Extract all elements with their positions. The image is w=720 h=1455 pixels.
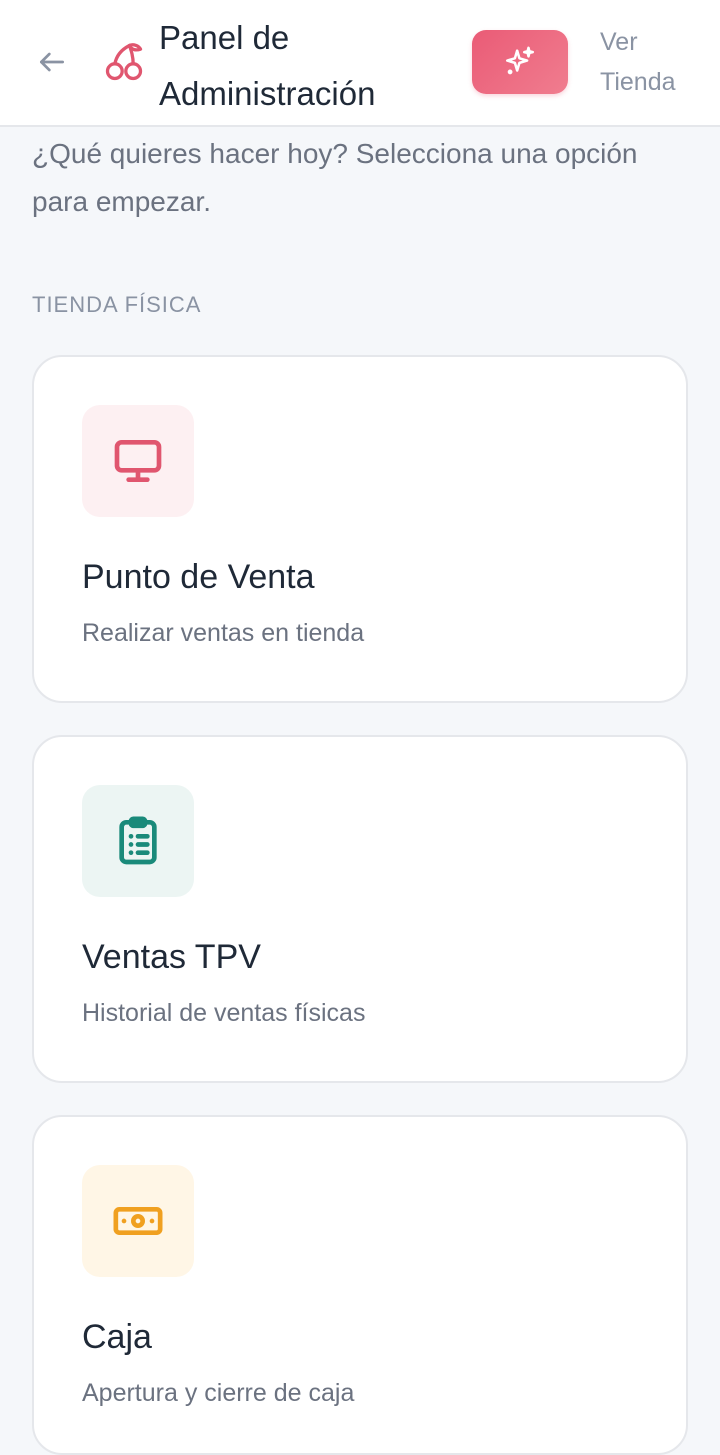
card-subtitle: Historial de ventas físicas [82,999,366,1027]
page-title: Panel de Administración [159,19,376,112]
sparkles-icon [505,46,535,75]
card-title: Ventas TPV [82,938,261,976]
card-icon-container [82,1165,194,1277]
card-icon-container [82,785,194,897]
intro-text: ¿Qué quieres hacer hoy? Selecciona una o… [32,138,638,217]
card-subtitle: Apertura y cierre de caja [82,1379,355,1407]
card-title: Caja [82,1318,152,1356]
top-bar: Panel de Administración Ver Tienda [0,0,720,127]
card-punto-de-venta[interactable]: Punto de Venta Realizar ventas en tienda [32,355,688,703]
clipboard-list-icon [119,816,157,865]
card-icon-container [82,405,194,517]
arrow-left-icon [40,52,64,72]
cherry-icon [105,43,143,81]
section-label: TIENDA FÍSICA [32,292,202,317]
back-button[interactable] [30,40,74,84]
cash-icon [113,1207,163,1235]
view-store-link[interactable]: Ver Tienda [600,22,710,102]
monitor-icon [114,440,162,482]
card-subtitle: Realizar ventas en tienda [82,619,365,647]
ai-assistant-button[interactable] [472,30,568,94]
card-title: Punto de Venta [82,558,315,596]
card-caja[interactable]: Caja Apertura y cierre de caja [32,1115,688,1455]
card-ventas-tpv[interactable]: Ventas TPV Historial de ventas físicas [32,735,688,1083]
